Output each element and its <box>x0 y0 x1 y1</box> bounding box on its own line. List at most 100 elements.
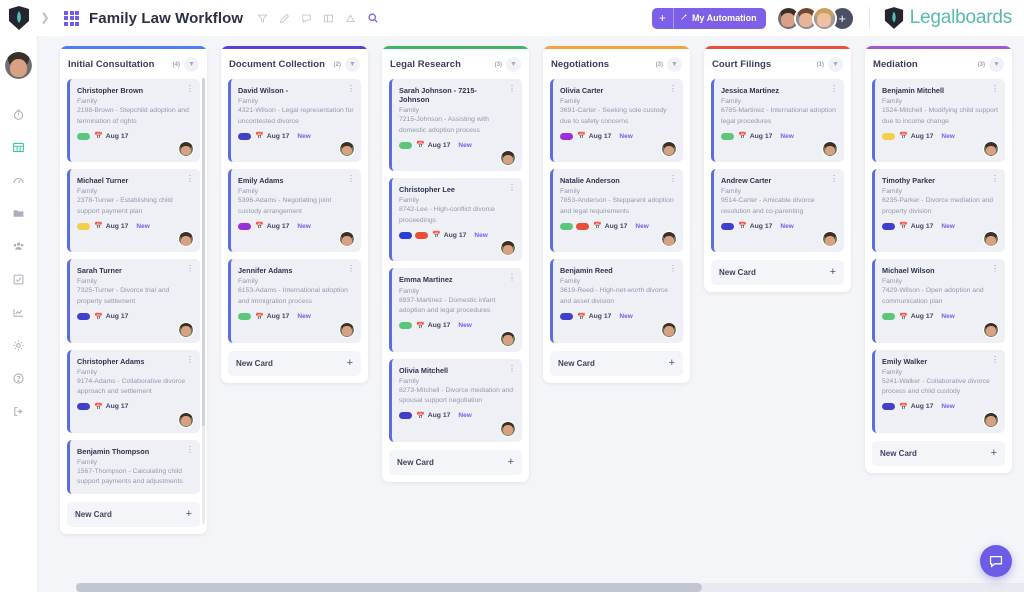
card-menu-icon[interactable]: ⋮ <box>669 85 677 92</box>
board-card[interactable]: Andrew Carter ⋮ Family 9514-Carter - Amicab… <box>711 169 844 253</box>
card-menu-icon[interactable]: ⋮ <box>830 175 838 182</box>
avatar[interactable] <box>178 411 194 428</box>
board-card[interactable]: Natalie Anderson ⋮ Family 7853-Anderson - S… <box>550 169 683 253</box>
chevron-down-icon[interactable]: ▼ <box>989 57 1004 72</box>
sidebar-item-tasks[interactable] <box>6 264 32 294</box>
avatar[interactable] <box>983 141 999 158</box>
card-menu-icon[interactable]: ⋮ <box>186 445 194 452</box>
table-view-icon[interactable] <box>323 13 334 24</box>
sidebar-collapse-toggle[interactable]: ❯ <box>38 12 52 24</box>
plus-icon[interactable]: + <box>830 267 836 278</box>
avatar[interactable] <box>339 321 355 338</box>
board-card[interactable]: Michael Turner ⋮ Family 2378-Turner - Estab… <box>67 169 200 253</box>
plus-icon[interactable]: + <box>669 357 675 369</box>
avatar[interactable] <box>178 321 194 338</box>
avatar[interactable] <box>500 240 516 257</box>
card-menu-icon[interactable]: ⋮ <box>347 85 355 92</box>
card-menu-icon[interactable]: ⋮ <box>508 274 516 281</box>
board-card[interactable]: Benjamin Mitchell ⋮ Family 1524-Mitchell - … <box>872 79 1005 163</box>
new-card-button[interactable]: New Card + <box>711 260 844 286</box>
sidebar-item-settings[interactable] <box>6 330 32 360</box>
sidebar-item-logout[interactable] <box>6 396 32 426</box>
chat-bubble-icon[interactable] <box>980 545 1012 577</box>
board-card[interactable]: Emily Adams ⋮ Family 5396-Adams - Negotiati… <box>228 169 361 253</box>
edit-avatar-icon[interactable]: ✎ <box>28 72 32 79</box>
chevron-down-icon[interactable]: ▼ <box>828 57 843 72</box>
board-card[interactable]: Timothy Parker ⋮ Family 6235-Parker - Divor… <box>872 169 1005 253</box>
sidebar-item-boards[interactable] <box>6 132 32 162</box>
avatar[interactable] <box>661 231 677 248</box>
card-menu-icon[interactable]: ⋮ <box>991 175 999 182</box>
board-horizontal-scrollbar[interactable] <box>76 583 1024 592</box>
sidebar-item-team[interactable] <box>6 231 32 261</box>
plus-icon[interactable]: + <box>347 357 353 369</box>
board-card[interactable]: Jennifer Adams ⋮ Family 6153-Adams - Intern… <box>228 259 361 343</box>
filter-icon[interactable] <box>257 13 268 24</box>
chevron-down-icon[interactable]: ▼ <box>345 57 360 72</box>
card-menu-icon[interactable]: ⋮ <box>186 85 194 92</box>
column-scrollbar[interactable] <box>202 78 205 524</box>
board-card[interactable]: Benjamin Thompson ⋮ Family 1567-Thompson - … <box>67 439 200 494</box>
card-menu-icon[interactable]: ⋮ <box>669 175 677 182</box>
avatar[interactable] <box>661 141 677 158</box>
board-card[interactable]: Benjamin Reed ⋮ Family 3619-Reed - High-net… <box>550 259 683 343</box>
card-menu-icon[interactable]: ⋮ <box>347 265 355 272</box>
my-automation-button[interactable]: + My Automation <box>651 7 766 29</box>
new-card-button[interactable]: New Card + <box>228 350 361 376</box>
sidebar-item-reports[interactable] <box>6 297 32 327</box>
card-menu-icon[interactable]: ⋮ <box>347 175 355 182</box>
avatar[interactable] <box>178 141 194 158</box>
board-card[interactable]: Christopher Brown ⋮ Family 2198-Brown - Ste… <box>67 79 200 163</box>
board-card[interactable]: Sarah Turner ⋮ Family 7325-Turner - Divorce… <box>67 259 200 343</box>
board-card[interactable]: Christopher Lee ⋮ Family 8742-Lee - High-co… <box>389 178 522 262</box>
chevron-down-icon[interactable]: ▼ <box>184 57 199 72</box>
card-menu-icon[interactable]: ⋮ <box>669 265 677 272</box>
card-menu-icon[interactable]: ⋮ <box>508 85 516 92</box>
new-card-button[interactable]: New Card + <box>872 440 1005 466</box>
board-card[interactable]: David Wilson - ⋮ Family 4321-Wilson - Legal… <box>228 79 361 163</box>
card-menu-icon[interactable]: ⋮ <box>991 265 999 272</box>
board-card[interactable]: Jessica Martinez ⋮ Family 6785-Martinez - I… <box>711 79 844 163</box>
plus-icon[interactable]: + <box>991 447 997 459</box>
card-menu-icon[interactable]: ⋮ <box>186 175 194 182</box>
chevron-down-icon[interactable]: ▼ <box>506 57 521 72</box>
avatar[interactable] <box>983 231 999 248</box>
card-menu-icon[interactable]: ⋮ <box>186 355 194 362</box>
comment-icon[interactable] <box>301 13 312 24</box>
card-menu-icon[interactable]: ⋮ <box>991 355 999 362</box>
avatar[interactable] <box>822 231 838 248</box>
user-avatar[interactable]: ✎ <box>5 52 32 79</box>
card-menu-icon[interactable]: ⋮ <box>508 364 516 371</box>
plus-icon[interactable]: + <box>186 508 192 520</box>
avatar[interactable] <box>822 141 838 158</box>
avatar[interactable] <box>811 5 837 31</box>
automation-add-icon[interactable]: + <box>652 7 674 29</box>
board-card[interactable]: Emma Martinez ⋮ Family 8937-Martinez - Dome… <box>389 268 522 352</box>
avatar[interactable] <box>178 231 194 248</box>
search-icon[interactable] <box>367 12 379 24</box>
sidebar-item-timer[interactable] <box>6 99 32 129</box>
new-card-button[interactable]: New Card + <box>550 350 683 376</box>
sidebar-item-folders[interactable] <box>6 198 32 228</box>
board-area[interactable]: Initial Consultation (4) ▼ Christopher Brow… <box>38 36 1024 592</box>
board-card[interactable]: Olivia Mitchell ⋮ Family 8273-Mitchell - Di… <box>389 358 522 442</box>
apps-grid-icon[interactable] <box>64 10 79 26</box>
card-menu-icon[interactable]: ⋮ <box>186 265 194 272</box>
avatar[interactable] <box>500 150 516 167</box>
card-menu-icon[interactable]: ⋮ <box>508 184 516 191</box>
board-card[interactable]: Christopher Adams ⋮ Family 9174-Adams - Col… <box>67 349 200 433</box>
share-icon[interactable] <box>345 13 356 24</box>
sidebar-item-help[interactable] <box>6 363 32 393</box>
avatar[interactable] <box>983 321 999 338</box>
board-card[interactable]: Emily Walker ⋮ Family 5241-Walker - Collabo… <box>872 349 1005 433</box>
chevron-down-icon[interactable]: ▼ <box>667 57 682 72</box>
card-menu-icon[interactable]: ⋮ <box>830 85 838 92</box>
avatar[interactable] <box>339 231 355 248</box>
avatar[interactable] <box>339 141 355 158</box>
board-card[interactable]: Michael Wilson ⋮ Family 7429-Wilson - Open … <box>872 259 1005 343</box>
sidebar-item-dashboard[interactable] <box>6 165 32 195</box>
card-menu-icon[interactable]: ⋮ <box>991 85 999 92</box>
new-card-button[interactable]: New Card + <box>389 449 522 475</box>
avatar[interactable] <box>500 420 516 437</box>
board-card[interactable]: Sarah Johnson - 7215-Johnson ⋮ Family 7215-… <box>389 79 522 172</box>
